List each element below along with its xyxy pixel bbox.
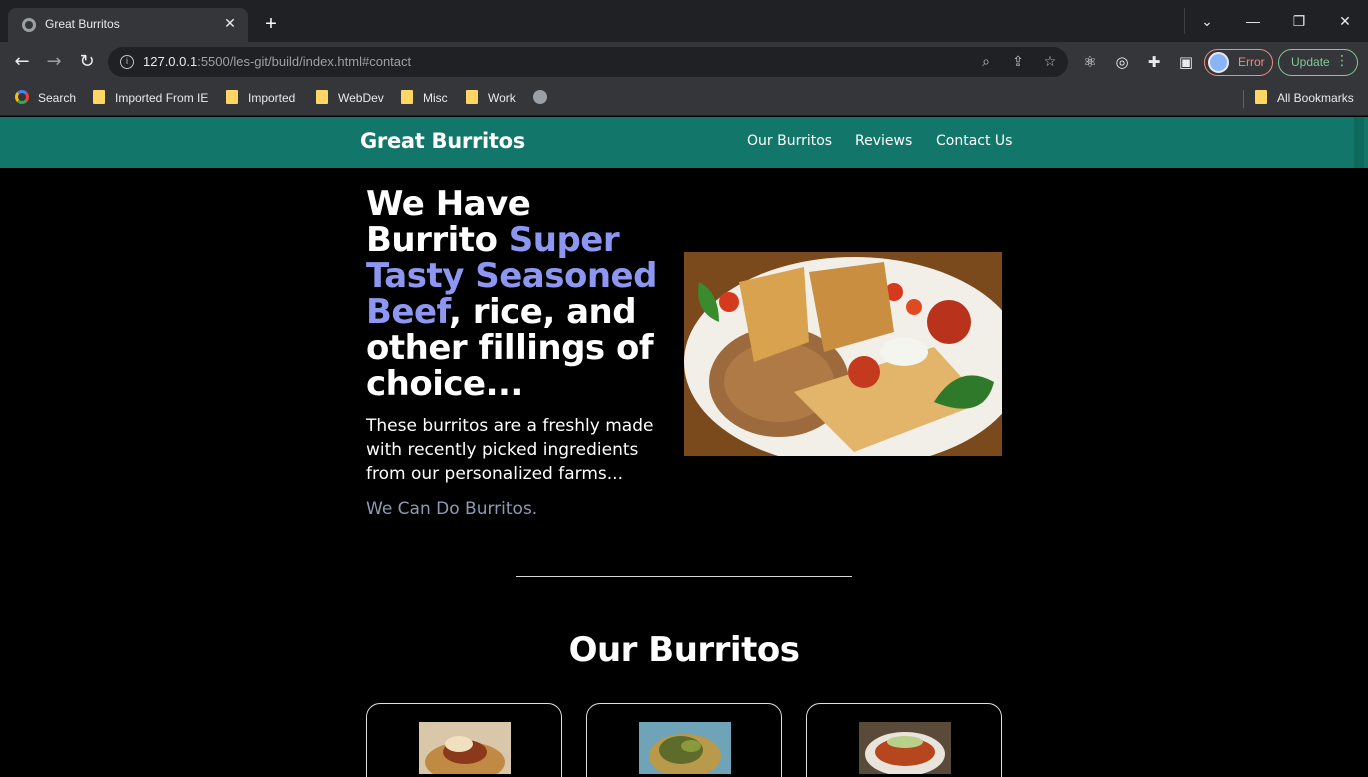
bookmarks-divider [1243,90,1244,108]
share-icon[interactable]: ⇪ [1008,52,1028,72]
bookmark-label: Imported [248,91,296,105]
hero-title: We Have Burrito Super Tasty Seasoned Bee… [366,186,666,402]
avatar [1208,52,1229,73]
bookmarks-bar: Search Imported From IE Imported WebDev … [0,82,1368,116]
our-burritos-heading: Our Burritos [568,630,800,670]
bookmark-label: Misc [423,91,448,105]
bookmark-imported-from-ie[interactable]: Imported From IE [93,90,208,108]
all-bookmarks-label: All Bookmarks [1277,91,1354,105]
profile-status: Error [1238,55,1265,69]
google-icon [15,90,29,104]
all-bookmarks[interactable]: All Bookmarks [1255,90,1354,108]
bookmark-misc[interactable]: Misc [401,90,448,108]
burrito-thumb-2 [639,722,731,774]
bookmark-search[interactable]: Search [15,90,76,108]
folder-icon [93,90,105,104]
zoom-icon[interactable]: ⌕ [976,52,996,72]
hero-description: These burritos are a freshly made with r… [366,416,654,484]
section-divider [516,576,852,577]
update-button[interactable]: Update ⋮ [1278,49,1358,76]
bookmark-webdev[interactable]: WebDev [316,90,384,108]
bookmark-work[interactable]: Work [466,90,516,108]
burrito-card-image [419,722,511,774]
hero-tagline: We Can Do Burritos. [366,499,538,519]
burrito-thumb-1 [419,722,511,774]
react-devtools-icon[interactable]: ⚛ [1080,52,1100,72]
bookmark-imported[interactable]: Imported [226,90,295,108]
extension-target-icon[interactable]: ◎ [1112,52,1132,72]
folder-icon [1255,90,1267,104]
close-window-button[interactable]: ✕ [1322,0,1368,42]
globe-icon [533,90,547,104]
update-label: Update [1291,55,1330,69]
new-tab-button[interactable]: + [260,13,282,35]
side-panel-icon[interactable]: ▣ [1176,52,1196,72]
browser-tab[interactable]: Great Burritos ✕ [8,8,248,42]
bookmark-label: Work [488,91,516,105]
bookmark-globe[interactable] [533,90,547,108]
minimize-button[interactable]: — [1230,0,1276,42]
folder-icon [316,90,328,104]
url-host: 127.0.0.1 [143,54,198,69]
window-divider [1184,8,1185,34]
folder-icon [466,90,478,104]
scrollbar[interactable] [1354,117,1364,168]
reload-button[interactable]: ↻ [75,50,99,74]
restore-button[interactable]: ❐ [1276,0,1322,42]
folder-icon [226,90,238,104]
nav-link-reviews[interactable]: Reviews [855,133,912,149]
burrito-card-image [639,722,731,774]
bookmark-label: WebDev [338,91,384,105]
site-brand[interactable]: Great Burritos [360,129,525,153]
hero-title-line: We Have Burrito [366,184,531,260]
tab-title: Great Burritos [45,17,120,31]
more-menu-icon[interactable]: ⋮ [1335,53,1349,69]
bookmark-label: Imported From IE [115,91,209,105]
bookmark-star-icon[interactable]: ☆ [1040,52,1060,72]
tab-search-icon[interactable]: ⌄ [1184,0,1230,42]
forward-button[interactable]: → [42,50,66,74]
extensions-puzzle-icon[interactable]: ✚ [1144,52,1164,72]
burrito-card-image [859,722,951,774]
bookmark-label: Search [38,91,77,105]
url-path: :5500/les-git/build/index.html#contact [197,54,412,69]
burrito-card[interactable] [586,703,782,777]
burrito-photo [684,252,1002,456]
globe-icon [22,18,36,32]
burrito-card[interactable] [806,703,1002,777]
profile-button[interactable]: Error [1204,49,1273,76]
site-info-icon[interactable]: i [120,55,134,69]
nav-link-contact-us[interactable]: Contact Us [936,133,1012,149]
nav-link-our-burritos[interactable]: Our Burritos [747,133,832,149]
burrito-card[interactable] [366,703,562,777]
burrito-thumb-3 [859,722,951,774]
burrito-plate-illustration [684,252,1002,456]
back-button[interactable]: ← [10,50,34,74]
browser-toolbar: ← → ↻ i 127.0.0.1:5500/les-git/build/ind… [0,42,1368,82]
folder-icon [401,90,413,104]
close-tab-icon[interactable]: ✕ [220,14,240,34]
address-bar[interactable]: i 127.0.0.1:5500/les-git/build/index.htm… [108,47,1068,77]
url-text[interactable]: 127.0.0.1:5500/les-git/build/index.html#… [143,54,411,69]
browser-tab-strip: Great Burritos ✕ + ⌄ — ❐ ✕ [0,0,1368,42]
site-navbar: Great Burritos Our Burritos Reviews Cont… [0,117,1368,168]
